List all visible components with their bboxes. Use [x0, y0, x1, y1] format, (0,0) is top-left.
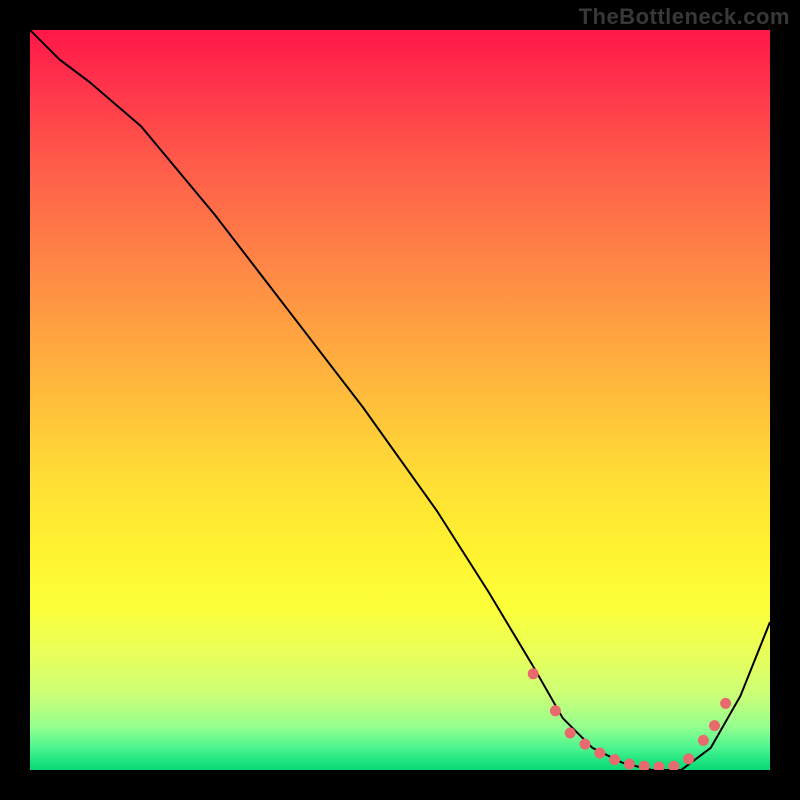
marker-dot [550, 706, 560, 716]
plot-area [30, 30, 770, 770]
marker-dot [624, 759, 634, 769]
marker-dot [610, 755, 620, 765]
bottleneck-curve [30, 30, 770, 770]
marker-dot [721, 698, 731, 708]
marker-dot [669, 761, 679, 770]
marker-dot [654, 762, 664, 770]
chart-frame: TheBottleneck.com [0, 0, 800, 800]
marker-dot [528, 669, 538, 679]
marker-dot [698, 735, 708, 745]
watermark-text: TheBottleneck.com [579, 4, 790, 30]
marker-dot [580, 739, 590, 749]
marker-dot [595, 748, 605, 758]
marker-dot [710, 721, 720, 731]
curve-layer [30, 30, 770, 770]
marker-dot [684, 754, 694, 764]
marker-dot [565, 728, 575, 738]
marker-dot [639, 761, 649, 770]
